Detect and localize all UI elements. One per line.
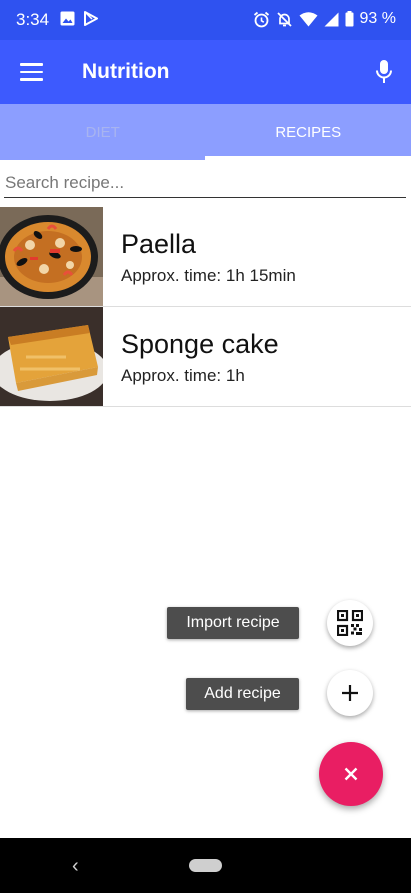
paella-image [0,207,103,306]
recipe-name: Sponge cake [121,329,279,359]
signal-icon [324,12,339,26]
search-field [4,170,408,198]
import-recipe-button[interactable] [327,600,373,646]
tab-bar: DIET RECIPES [0,104,411,160]
import-recipe-label[interactable]: Import recipe [167,607,299,639]
app-bar: Nutrition [0,40,411,104]
tab-recipes-label: RECIPES [275,123,342,141]
battery-icon [345,11,354,27]
home-icon[interactable] [189,859,222,872]
wifi-icon [299,11,318,26]
image-icon [60,11,75,26]
mic-icon[interactable] [375,59,393,85]
battery-level: 93 % [359,10,396,27]
status-time: 3:34 [16,10,50,29]
status-system-icons: 93 % [253,10,396,28]
search-input[interactable] [4,170,408,196]
qr-code-icon [337,610,363,636]
close-icon [344,767,358,781]
sponge-cake-image [0,307,103,406]
tab-diet[interactable]: DIET [0,104,206,160]
status-bar: 3:34 93 % [0,0,411,40]
add-recipe-button[interactable] [327,670,373,716]
add-recipe-label[interactable]: Add recipe [186,678,299,710]
back-icon[interactable]: ‹ [72,855,79,878]
recipe-item[interactable]: Sponge cake Approx. time: 1h [0,307,411,407]
menu-icon[interactable] [20,62,44,82]
tab-recipes[interactable]: RECIPES [206,104,411,160]
recipe-list: Paella Approx. time: 1h 15min Sponge cak… [0,207,411,407]
recipe-item[interactable]: Paella Approx. time: 1h 15min [0,207,411,307]
notifications-off-icon [276,11,292,27]
recipe-name: Paella [121,229,197,259]
system-nav-bar: ‹ [0,838,411,893]
play-store-icon [84,11,98,26]
recipe-time: Approx. time: 1h [121,366,245,385]
tab-diet-label: DIET [85,123,120,141]
app-title: Nutrition [82,60,170,83]
plus-icon [342,685,358,701]
tab-indicator [205,156,411,160]
recipe-time: Approx. time: 1h 15min [121,266,296,285]
status-notification-icons [60,11,98,26]
alarm-icon [253,11,269,27]
fab-close-button[interactable] [319,742,383,806]
